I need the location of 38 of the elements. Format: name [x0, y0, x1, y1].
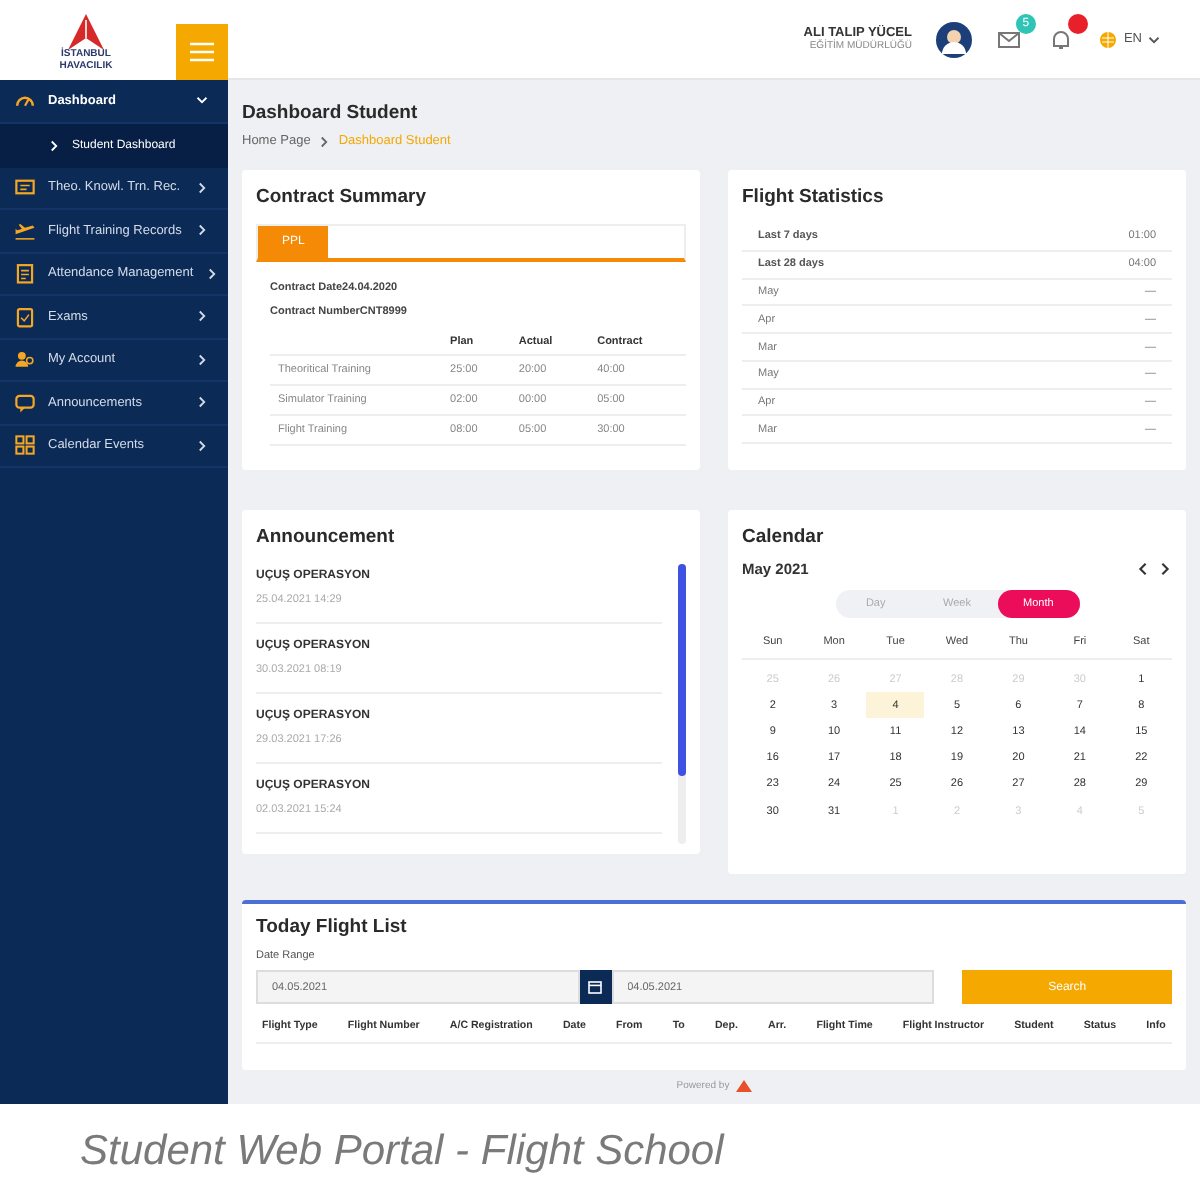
globe-icon	[1099, 31, 1116, 47]
grid-icon	[14, 434, 36, 457]
avatar-icon[interactable]	[935, 21, 972, 57]
bell-icon[interactable]	[1050, 29, 1073, 49]
menu-icon	[190, 42, 214, 62]
card-title: Contract Summary	[256, 186, 428, 208]
card-title: Announcement	[256, 526, 397, 548]
chevron-right-icon	[196, 224, 208, 237]
chevron-right-icon	[196, 396, 208, 409]
clipboard-icon	[14, 262, 36, 285]
chevron-right-icon	[205, 267, 218, 280]
calendar-button[interactable]	[579, 970, 612, 1004]
card-title: Flight Statistics	[742, 186, 886, 208]
chevron-down-icon	[196, 94, 208, 107]
chevron-right-icon	[196, 310, 208, 323]
card-title: Calendar	[742, 526, 826, 548]
notification-dot	[1067, 13, 1088, 33]
next-button[interactable]	[1158, 562, 1172, 576]
users-icon	[14, 348, 36, 371]
logo-icon	[64, 14, 108, 50]
chat-icon	[14, 391, 36, 414]
board-icon	[14, 176, 36, 199]
caption: Student Web Portal - Flight School	[78, 1126, 727, 1178]
chevron-right-icon	[48, 139, 60, 151]
clipboard-icon	[14, 305, 36, 328]
card-title: Today Flight List	[256, 916, 409, 938]
chevron-right-icon	[196, 439, 208, 452]
mail-icon[interactable]	[998, 29, 1021, 49]
chevron-right-icon	[196, 181, 208, 194]
chevron-right-icon	[318, 135, 331, 147]
scrollbar[interactable]	[678, 564, 686, 844]
brand-logo-icon	[735, 1080, 752, 1092]
calendar-icon	[588, 980, 603, 994]
chevron-down-icon	[1148, 33, 1160, 45]
previous-button[interactable]	[1136, 562, 1150, 576]
page-title: Dashboard Student	[242, 102, 420, 124]
plane-icon	[14, 219, 36, 242]
chevron-right-icon	[196, 353, 208, 366]
